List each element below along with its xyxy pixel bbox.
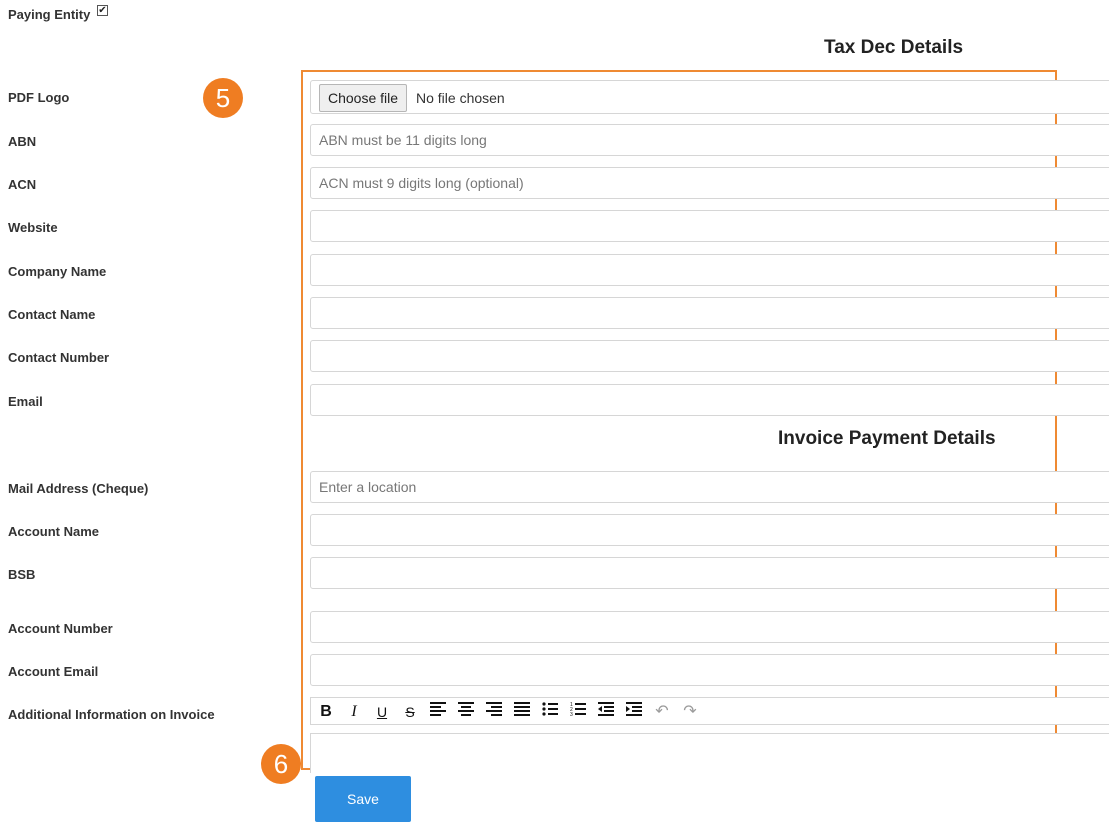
indent-icon[interactable] [624,701,644,723]
additional-info-editor[interactable] [310,733,1109,773]
file-status-text: No file chosen [416,90,505,106]
bullet-list-icon[interactable] [540,701,560,723]
bold-button[interactable]: B [316,701,336,723]
bsb-input[interactable] [310,557,1109,589]
paying-entity-checkbox[interactable]: ✔ [97,5,108,16]
account-name-label: Account Name [8,524,100,539]
pdf-logo-label: PDF Logo [8,90,70,105]
company-name-label: Company Name [8,264,107,279]
abn-label: ABN [8,134,37,149]
contact-number-label: Contact Number [8,350,110,365]
account-email-input[interactable] [310,654,1109,686]
undo-icon[interactable]: ↶ [652,701,672,723]
account-number-label: Account Number [8,621,113,636]
website-input[interactable] [310,210,1109,242]
align-center-icon[interactable] [456,701,476,723]
mail-address-label: Mail Address (Cheque) [8,481,149,496]
email-label: Email [8,394,43,409]
acn-input[interactable] [310,167,1109,199]
numbered-list-icon[interactable]: 123 [568,701,588,723]
step-5-badge: 5 [203,78,243,118]
account-number-input[interactable] [310,611,1109,643]
svg-text:3: 3 [570,712,573,716]
account-email-label: Account Email [8,664,99,679]
paying-entity-label: Paying Entity [8,7,91,22]
pdf-logo-file-input: Choose file No file chosen [310,80,1109,114]
email-input[interactable] [310,384,1109,416]
step-6-badge: 6 [261,744,301,784]
underline-button[interactable]: U [372,701,392,723]
invoice-payment-details-heading: Invoice Payment Details [778,428,996,449]
contact-number-input[interactable] [310,340,1109,372]
abn-input[interactable] [310,124,1109,156]
align-justify-icon[interactable] [512,701,532,723]
additional-info-label: Additional Information on Invoice [8,707,215,722]
tax-dec-details-heading: Tax Dec Details [824,37,964,58]
contact-name-input[interactable] [310,297,1109,329]
rich-text-toolbar: B I U S 123 ↶ ↷ [310,697,1109,725]
website-label: Website [8,220,58,235]
choose-file-button[interactable]: Choose file [319,84,408,112]
italic-button[interactable]: I [344,701,364,723]
contact-name-label: Contact Name [8,307,96,322]
company-name-input[interactable] [310,254,1109,286]
align-left-icon[interactable] [428,701,448,723]
acn-label: ACN [8,177,37,192]
save-button[interactable]: Save [315,776,411,822]
bsb-label: BSB [8,567,36,582]
outdent-icon[interactable] [596,701,616,723]
account-name-input[interactable] [310,514,1109,546]
redo-icon[interactable]: ↷ [680,701,700,723]
strikethrough-button[interactable]: S [400,701,420,723]
mail-address-input[interactable] [310,471,1109,503]
align-right-icon[interactable] [484,701,504,723]
